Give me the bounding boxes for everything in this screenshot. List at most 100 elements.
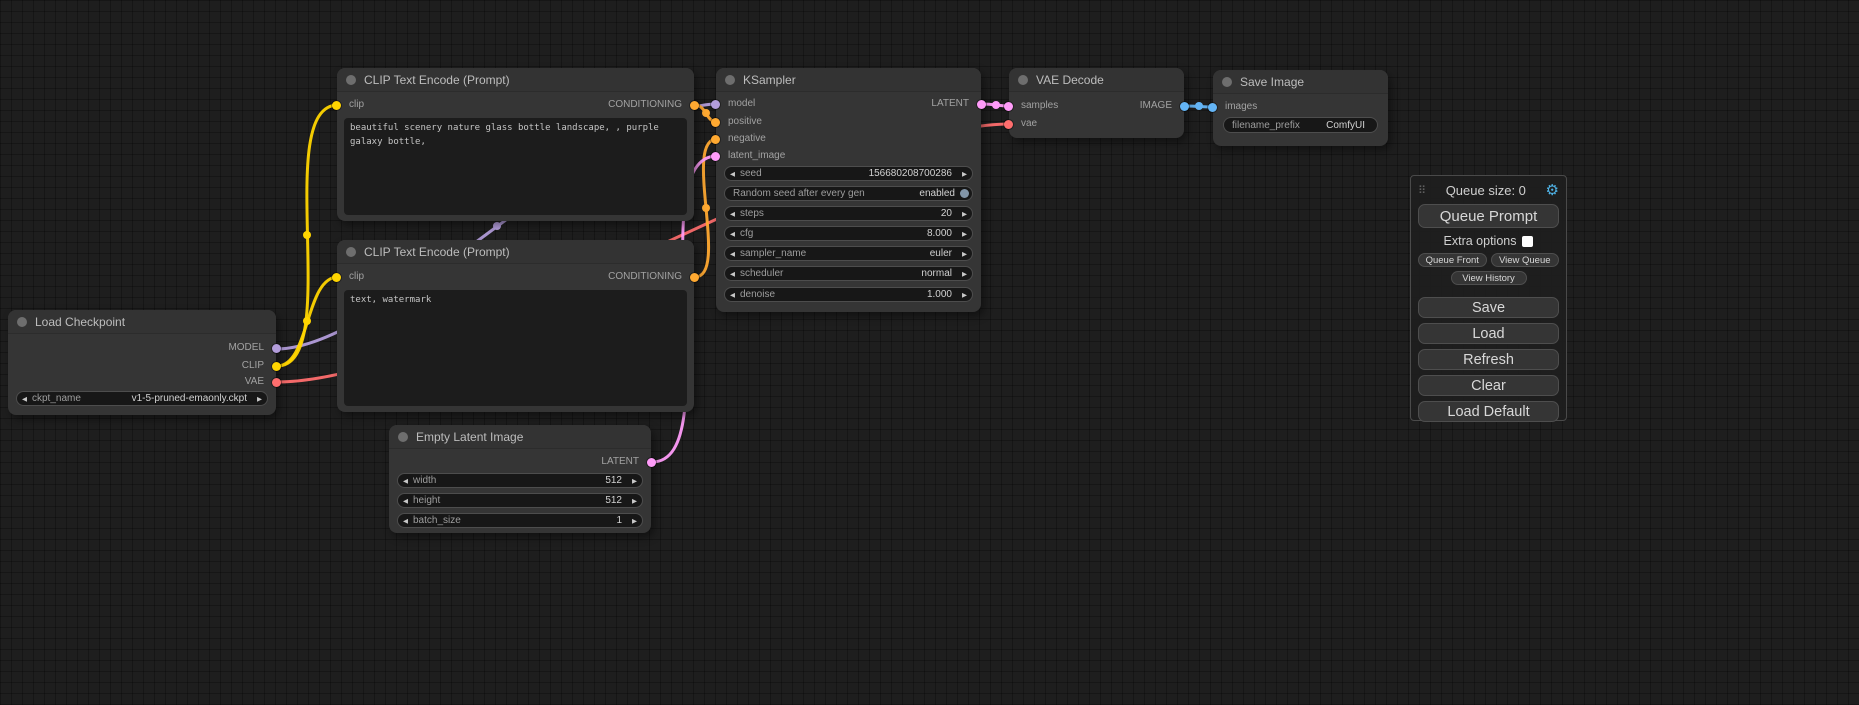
sampler-name-widget[interactable]: ◀ sampler_name euler ▶ — [724, 246, 973, 261]
increment-arrow-icon[interactable]: ▶ — [957, 210, 972, 218]
increment-arrow-icon[interactable]: ▶ — [957, 170, 972, 178]
output-dot-image[interactable] — [1180, 102, 1189, 111]
input-dot-latent-image[interactable] — [711, 152, 720, 161]
queue-prompt-button[interactable]: Queue Prompt — [1418, 204, 1559, 228]
node-title-bar[interactable]: Load Checkpoint — [8, 310, 276, 334]
view-queue-button[interactable]: View Queue — [1491, 253, 1560, 267]
input-dot-negative[interactable] — [711, 135, 720, 144]
decrement-arrow-icon[interactable]: ◀ — [398, 497, 413, 505]
drag-handle-icon[interactable]: ⠿ — [1418, 184, 1426, 197]
decrement-arrow-icon[interactable]: ◀ — [725, 210, 740, 218]
output-dot-clip[interactable] — [272, 362, 281, 371]
node-title-bar[interactable]: Save Image — [1213, 70, 1388, 94]
input-dot-samples[interactable] — [1004, 102, 1013, 111]
comfyui-graph-canvas[interactable]: Load Checkpoint MODEL CLIP VAE ◀ ckpt_na… — [0, 0, 1859, 705]
widget-value: 20 — [764, 208, 957, 219]
output-slot-latent: LATENT — [728, 97, 969, 111]
collapse-dot-icon[interactable] — [346, 247, 356, 257]
clear-button[interactable]: Clear — [1418, 375, 1559, 396]
decrement-arrow-icon[interactable]: ◀ — [17, 395, 32, 403]
collapse-dot-icon[interactable] — [725, 75, 735, 85]
width-widget[interactable]: ◀ width 512 ▶ — [397, 473, 643, 488]
denoise-widget[interactable]: ◀ denoise 1.000 ▶ — [724, 287, 973, 302]
widget-label: width — [413, 475, 436, 486]
cfg-widget[interactable]: ◀ cfg 8.000 ▶ — [724, 226, 973, 241]
node-save-image[interactable]: Save Image images filename_prefix ComfyU… — [1213, 70, 1388, 146]
collapse-dot-icon[interactable] — [1222, 77, 1232, 87]
output-dot-conditioning[interactable] — [690, 273, 699, 282]
node-empty-latent-image[interactable]: Empty Latent Image LATENT ◀ width 512 ▶ … — [389, 425, 651, 533]
decrement-arrow-icon[interactable]: ◀ — [398, 477, 413, 485]
output-dot-latent[interactable] — [977, 100, 986, 109]
decrement-arrow-icon[interactable]: ◀ — [725, 250, 740, 258]
scheduler-widget[interactable]: ◀ scheduler normal ▶ — [724, 266, 973, 281]
random-seed-toggle-widget[interactable]: Random seed after every gen enabled — [724, 186, 973, 201]
input-dot-images[interactable] — [1208, 103, 1217, 112]
refresh-button[interactable]: Refresh — [1418, 349, 1559, 370]
ckpt-name-widget[interactable]: ◀ ckpt_name v1-5-pruned-emaonly.ckpt ▶ — [16, 391, 268, 406]
queue-front-button[interactable]: Queue Front — [1418, 253, 1487, 267]
node-load-checkpoint[interactable]: Load Checkpoint MODEL CLIP VAE ◀ ckpt_na… — [8, 310, 276, 415]
decrement-arrow-icon[interactable]: ◀ — [398, 517, 413, 525]
save-button[interactable]: Save — [1418, 297, 1559, 318]
positive-prompt-textarea[interactable]: beautiful scenery nature glass bottle la… — [344, 118, 687, 215]
output-label-conditioning: CONDITIONING — [608, 99, 682, 110]
load-button[interactable]: Load — [1418, 323, 1559, 344]
increment-arrow-icon[interactable]: ▶ — [957, 250, 972, 258]
steps-widget[interactable]: ◀ steps 20 ▶ — [724, 206, 973, 221]
batch-size-widget[interactable]: ◀ batch_size 1 ▶ — [397, 513, 643, 528]
increment-arrow-icon[interactable]: ▶ — [627, 477, 642, 485]
collapse-dot-icon[interactable] — [1018, 75, 1028, 85]
output-slot-clip: CLIP — [20, 359, 264, 373]
node-title-bar[interactable]: Empty Latent Image — [389, 425, 651, 449]
node-title-bar[interactable]: CLIP Text Encode (Prompt) — [337, 240, 694, 264]
node-clip-text-encode-positive[interactable]: CLIP Text Encode (Prompt) clip CONDITION… — [337, 68, 694, 221]
input-dot-clip[interactable] — [332, 101, 341, 110]
node-vae-decode[interactable]: VAE Decode samples IMAGE vae — [1009, 68, 1184, 138]
node-title: Load Checkpoint — [35, 315, 125, 329]
decrement-arrow-icon[interactable]: ◀ — [725, 170, 740, 178]
node-title: KSampler — [743, 73, 796, 87]
collapse-dot-icon[interactable] — [346, 75, 356, 85]
input-dot-positive[interactable] — [711, 118, 720, 127]
node-title-bar[interactable]: KSampler — [716, 68, 981, 92]
output-slot-latent: LATENT — [401, 455, 639, 469]
seed-widget[interactable]: ◀ seed 156680208700286 ▶ — [724, 166, 973, 181]
node-ksampler[interactable]: KSampler model LATENT positive negative … — [716, 68, 981, 312]
collapse-dot-icon[interactable] — [398, 432, 408, 442]
node-title-bar[interactable]: CLIP Text Encode (Prompt) — [337, 68, 694, 92]
decrement-arrow-icon[interactable]: ◀ — [725, 230, 740, 238]
decrement-arrow-icon[interactable]: ◀ — [725, 291, 740, 299]
input-label-images: images — [1225, 101, 1257, 112]
extra-options-checkbox[interactable] — [1522, 236, 1533, 247]
output-dot-latent[interactable] — [647, 458, 656, 467]
collapse-dot-icon[interactable] — [17, 317, 27, 327]
input-dot-model[interactable] — [711, 100, 720, 109]
increment-arrow-icon[interactable]: ▶ — [252, 395, 267, 403]
filename-prefix-widget[interactable]: filename_prefix ComfyUI — [1223, 117, 1378, 133]
gear-icon[interactable]: ⚙ — [1546, 183, 1559, 198]
widget-value: euler — [806, 248, 957, 259]
wire-midpoint-dot-image — [1195, 102, 1203, 110]
negative-prompt-textarea[interactable]: text, watermark — [344, 290, 687, 406]
widget-value: ComfyUI — [1300, 120, 1377, 131]
node-clip-text-encode-negative[interactable]: CLIP Text Encode (Prompt) clip CONDITION… — [337, 240, 694, 412]
increment-arrow-icon[interactable]: ▶ — [627, 497, 642, 505]
increment-arrow-icon[interactable]: ▶ — [957, 270, 972, 278]
wire-midpoint-dot-clip-1 — [303, 231, 311, 239]
output-dot-model[interactable] — [272, 344, 281, 353]
output-dot-conditioning[interactable] — [690, 101, 699, 110]
node-title-bar[interactable]: VAE Decode — [1009, 68, 1184, 92]
increment-arrow-icon[interactable]: ▶ — [627, 517, 642, 525]
increment-arrow-icon[interactable]: ▶ — [957, 230, 972, 238]
view-history-button[interactable]: View History — [1451, 271, 1527, 285]
output-dot-vae[interactable] — [272, 378, 281, 387]
decrement-arrow-icon[interactable]: ◀ — [725, 270, 740, 278]
load-default-button[interactable]: Load Default — [1418, 401, 1559, 422]
input-dot-clip[interactable] — [332, 273, 341, 282]
increment-arrow-icon[interactable]: ▶ — [957, 291, 972, 299]
toggle-knob-icon[interactable] — [960, 189, 969, 198]
input-dot-vae[interactable] — [1004, 120, 1013, 129]
output-slot-conditioning: CONDITIONING — [349, 270, 682, 284]
height-widget[interactable]: ◀ height 512 ▶ — [397, 493, 643, 508]
